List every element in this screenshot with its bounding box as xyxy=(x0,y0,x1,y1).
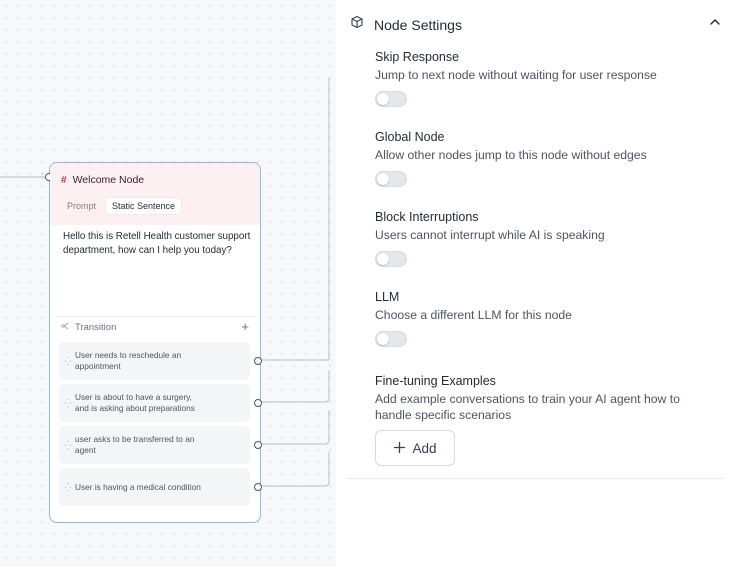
transition-handle[interactable] xyxy=(254,483,262,491)
toggle-knob xyxy=(377,93,389,105)
setting-description: Allow other nodes jump to this node with… xyxy=(375,148,647,162)
transition-condition[interactable]: ⁛ User is about to have a surgery, and i… xyxy=(59,384,250,422)
add-transition-button[interactable]: + xyxy=(241,320,249,333)
transition-handle[interactable] xyxy=(254,357,262,365)
transition-condition[interactable]: ⁛ User needs to reschedule an appointmen… xyxy=(59,342,250,380)
setting-label: Fine-tuning Examples xyxy=(375,374,496,388)
divider xyxy=(55,316,255,317)
transition-label: Transition xyxy=(75,321,117,333)
sparkle-icon: ⁛ xyxy=(65,398,72,408)
setting-label: Skip Response xyxy=(375,50,460,64)
node-settings-panel: Node Settings Skip Response Jump to next… xyxy=(336,0,736,567)
transition-handle[interactable] xyxy=(254,441,262,449)
transition-condition[interactable]: ⁛ user asks to be transferred to an agen… xyxy=(59,426,250,464)
edge-transition-4 xyxy=(262,452,330,487)
setting-skip-response: Skip Response Jump to next node without … xyxy=(375,50,715,83)
condition-text: User needs to reschedule an appointment xyxy=(75,350,182,371)
condition-text: user asks to be transferred to an agent xyxy=(75,434,195,455)
condition-text: User is about to have a surgery, and is … xyxy=(75,392,195,413)
static-sentence-text[interactable]: Hello this is Retell Health customer sup… xyxy=(63,230,253,258)
setting-description: Choose a different LLM for this node xyxy=(375,308,572,322)
sparkle-icon: ⁛ xyxy=(65,440,72,450)
setting-fine-tuning: Fine-tuning Examples Add example convers… xyxy=(375,374,715,423)
node-tabs: Prompt Static Sentence xyxy=(61,198,182,214)
skip-response-toggle[interactable] xyxy=(375,91,407,107)
node-title-row: # Welcome Node xyxy=(61,174,144,186)
setting-description: Add example conversations to train your … xyxy=(375,392,680,422)
transition-header: Transition + xyxy=(61,320,249,333)
flow-canvas[interactable]: # Welcome Node Prompt Static Sentence He… xyxy=(0,0,336,567)
sparkle-icon: ⁛ xyxy=(65,482,72,492)
sparkle-icon: ⁛ xyxy=(65,356,72,366)
chevron-up-icon[interactable] xyxy=(708,15,722,34)
edge-transition-3 xyxy=(262,410,330,445)
cube-icon xyxy=(350,15,364,34)
node-title[interactable]: Welcome Node xyxy=(73,174,145,186)
divider xyxy=(347,478,723,479)
tab-prompt[interactable]: Prompt xyxy=(61,198,102,214)
welcome-node[interactable]: # Welcome Node Prompt Static Sentence He… xyxy=(45,162,262,523)
node-header: # Welcome Node Prompt Static Sentence xyxy=(50,163,260,225)
setting-label: LLM xyxy=(375,290,400,304)
hash-icon: # xyxy=(61,174,67,186)
branch-icon xyxy=(61,321,71,333)
add-label: Add xyxy=(412,440,437,456)
toggle-knob xyxy=(377,253,389,265)
condition-text: User is having a medical condition xyxy=(75,481,201,492)
setting-description: Jump to next node without waiting for us… xyxy=(375,68,657,82)
setting-global-node: Global Node Allow other nodes jump to th… xyxy=(375,130,715,163)
transition-handle[interactable] xyxy=(254,399,262,407)
panel-title: Node Settings xyxy=(374,16,462,33)
setting-description: Users cannot interrupt while AI is speak… xyxy=(375,228,605,242)
setting-llm: LLM Choose a different LLM for this node xyxy=(375,290,715,323)
setting-label: Block Interruptions xyxy=(375,210,479,224)
plus-icon xyxy=(393,439,406,457)
block-interruptions-toggle[interactable] xyxy=(375,251,407,267)
setting-block-interruptions: Block Interruptions Users cannot interru… xyxy=(375,210,715,243)
tab-static-sentence[interactable]: Static Sentence xyxy=(106,198,182,214)
panel-header[interactable]: Node Settings xyxy=(350,15,722,34)
toggle-knob xyxy=(377,333,389,345)
llm-toggle[interactable] xyxy=(375,331,407,347)
toggle-knob xyxy=(377,173,389,185)
transition-condition[interactable]: ⁛ User is having a medical condition xyxy=(59,468,250,506)
edge-transition-2 xyxy=(262,370,330,403)
setting-label: Global Node xyxy=(375,130,445,144)
global-node-toggle[interactable] xyxy=(375,171,407,187)
add-example-button[interactable]: Add xyxy=(375,430,455,466)
